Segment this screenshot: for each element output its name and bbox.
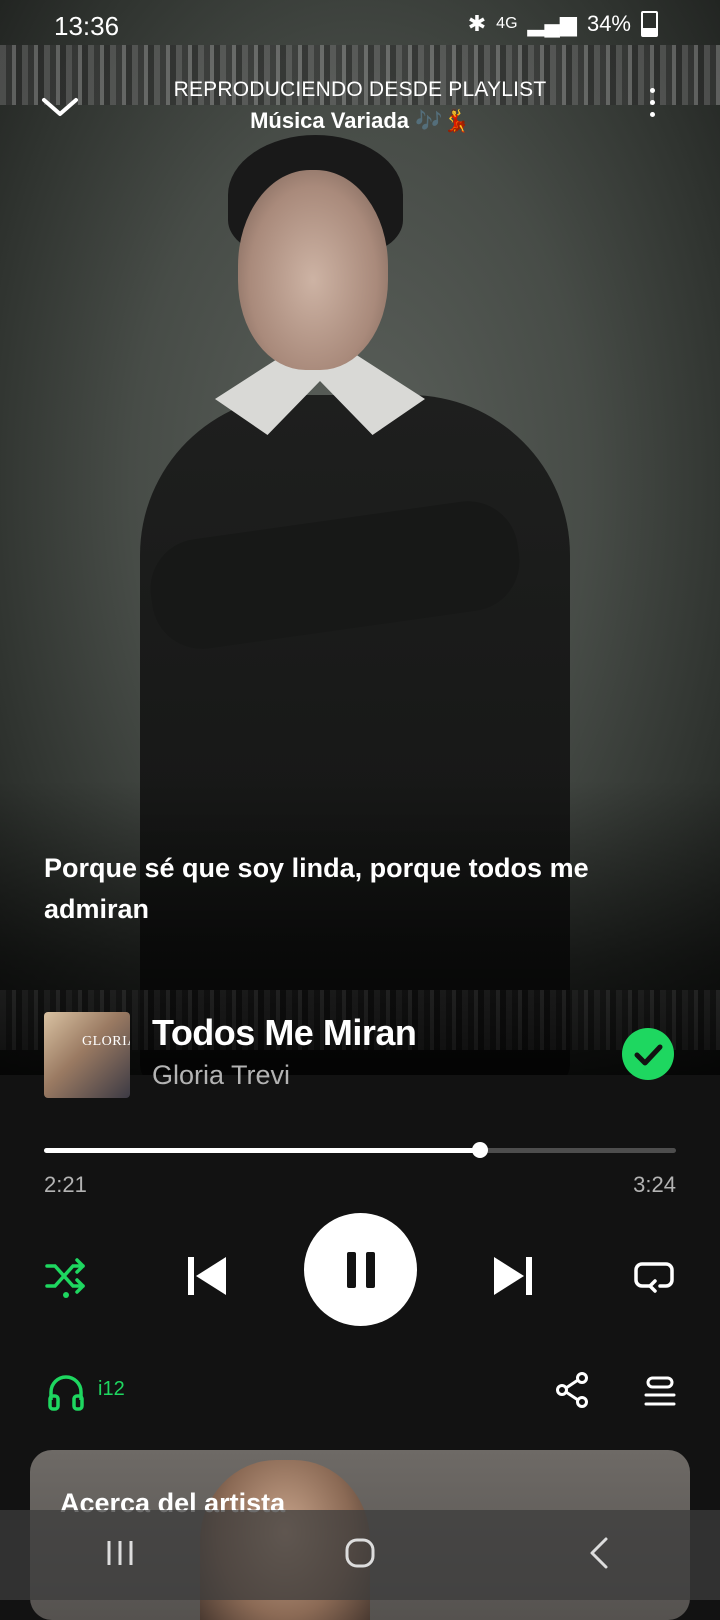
progress-fill	[44, 1148, 480, 1153]
status-time: 13:36	[54, 11, 120, 41]
album-cover[interactable]: GLORIA	[44, 1012, 130, 1098]
status-bar: 13:36 ✱ 4G ▂▄▆ 34%	[0, 0, 720, 50]
dot-1	[649, 88, 655, 93]
back-icon	[590, 1537, 608, 1568]
elapsed-time: 2:21	[44, 1172, 87, 1197]
signal-icon: ▂▄▆	[527, 11, 577, 36]
track-title[interactable]: Todos Me Miran	[152, 1012, 417, 1054]
share-icon	[556, 1372, 588, 1408]
device-name[interactable]: i12	[98, 1378, 125, 1401]
connect-device-button[interactable]	[46, 1372, 86, 1412]
status-icons: ✱ 4G ▂▄▆ 34%	[468, 11, 658, 37]
home-icon	[345, 1538, 375, 1567]
check-icon	[634, 1044, 663, 1066]
home-button[interactable]	[340, 1533, 380, 1578]
more-options-button[interactable]	[644, 88, 660, 124]
recent-apps-icon	[107, 1540, 133, 1565]
track-artist[interactable]: Gloria Trevi	[152, 1060, 290, 1091]
playlist-name[interactable]: Música Variada 🎶💃	[0, 108, 720, 134]
queue-button[interactable]	[640, 1372, 680, 1412]
bluetooth-icon: ✱	[467, 11, 487, 36]
pause-button[interactable]	[304, 1213, 417, 1326]
playing-from-label: REPRODUCIENDO DESDE PLAYLIST	[173, 78, 547, 101]
system-nav-bar	[0, 1510, 720, 1600]
liked-button[interactable]	[622, 1028, 674, 1080]
artist-figure-head	[238, 170, 388, 370]
battery-label: 34%	[586, 11, 631, 36]
progress-handle[interactable]	[472, 1142, 488, 1158]
total-time: 3:24	[633, 1172, 676, 1197]
recent-apps-button[interactable]	[100, 1533, 140, 1578]
back-button[interactable]	[580, 1533, 620, 1578]
network-label: 4G	[496, 15, 518, 32]
current-lyric-line[interactable]: Porque sé que soy linda, porque todos me…	[44, 848, 674, 930]
skip-next-icon	[494, 1257, 532, 1295]
headphones-icon	[48, 1375, 84, 1411]
shuffle-active-dot	[63, 1292, 69, 1298]
dot-3	[649, 112, 655, 117]
repeat-button[interactable]	[632, 1248, 676, 1304]
next-button[interactable]	[490, 1248, 534, 1304]
share-button[interactable]	[552, 1370, 592, 1410]
dot-2	[649, 100, 655, 105]
queue-icon	[644, 1376, 676, 1406]
repeat-icon	[634, 1262, 674, 1293]
album-cover-text: GLORIA	[82, 1034, 130, 1049]
battery-icon	[641, 11, 658, 37]
previous-button[interactable]	[186, 1248, 230, 1304]
pause-icon	[346, 1251, 375, 1288]
skip-previous-icon	[188, 1257, 226, 1295]
shuffle-icon	[45, 1258, 85, 1294]
